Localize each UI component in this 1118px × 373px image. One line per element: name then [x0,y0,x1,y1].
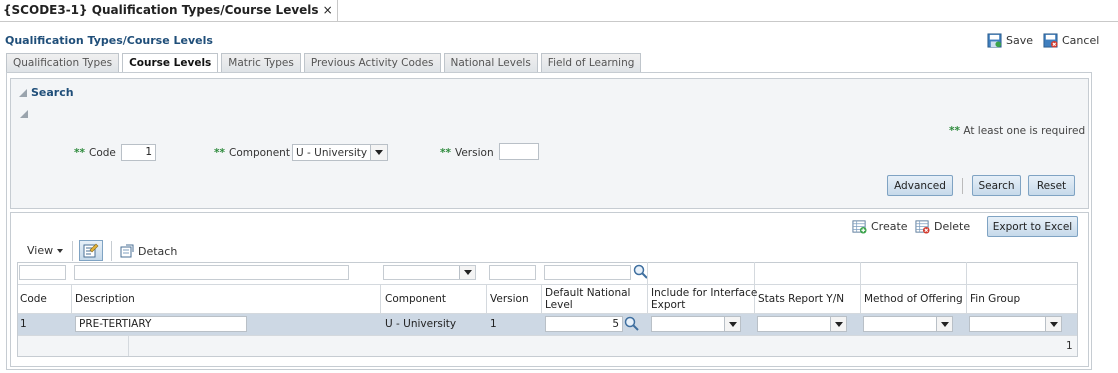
description-input[interactable]: PRE-TERTIARY [75,316,247,332]
method-of-offering-select[interactable] [863,316,953,332]
filter-version-input[interactable] [489,265,536,280]
query-by-example-icon [83,243,99,259]
filter-code-input[interactable] [19,265,66,280]
column-divider [128,336,129,356]
component-select[interactable]: U - University [292,144,388,161]
delete-button[interactable]: Delete [915,219,970,234]
column-header-component[interactable]: Component [385,293,446,305]
detach-label: Detach [138,245,177,258]
chevron-down-icon[interactable] [936,317,952,331]
search-title: Search [31,86,74,99]
close-tab-icon[interactable]: × [323,3,333,17]
column-header-line-2: Export [651,299,757,311]
tab-field-of-learning[interactable]: Field of Learning [541,53,642,72]
advanced-button[interactable]: Advanced [887,175,953,196]
create-label: Create [871,220,908,233]
required-marker: ** [440,147,451,159]
column-header-code[interactable]: Code [20,293,47,305]
tab-bar: Qualification Types Course Levels Matric… [6,53,641,73]
cell-code: 1 [20,318,27,330]
column-header-include-interface-export[interactable]: Include for Interface Export [651,287,757,311]
advanced-toggle-icon[interactable] [20,110,28,118]
column-header-line-2: Level [545,299,630,311]
save-button[interactable]: Save [987,33,1033,48]
query-by-example-button[interactable] [79,240,103,261]
toolbar-separator [111,241,112,261]
lookup-search-icon[interactable] [624,316,640,332]
search-button[interactable]: Search [972,175,1021,196]
column-header-stats-report[interactable]: Stats Report Y/N [758,293,844,305]
collapse-triangle-icon [19,89,27,97]
export-to-excel-button[interactable]: Export to Excel [987,216,1078,237]
version-label: ** Version [440,147,494,159]
view-menu-label: View [27,244,53,257]
component-label-text: Component [229,147,290,159]
required-note-text: At least one is required [963,125,1085,137]
document-tab-title: {SCODE3-1} Qualification Types/Course Le… [3,3,319,17]
chevron-down-icon[interactable] [370,145,387,160]
stats-report-select[interactable] [757,316,847,332]
cell-version: 1 [490,318,497,330]
column-header-method-of-offering[interactable]: Method of Offering [864,293,963,305]
column-header-version[interactable]: Version [490,293,529,305]
chevron-down-icon[interactable] [830,317,846,331]
required-note: ** At least one is required [949,125,1085,137]
column-header-description[interactable]: Description [75,293,135,305]
tab-matric-types[interactable]: Matric Types [221,53,301,72]
chevron-down-icon[interactable] [724,317,740,331]
cancel-label: Cancel [1062,34,1099,47]
version-input[interactable] [499,143,539,160]
page-title: Qualification Types/Course Levels [5,34,213,47]
column-header-line-1: Include for Interface [651,287,757,299]
cancel-button[interactable]: Cancel [1043,33,1099,48]
required-marker: ** [949,125,960,137]
column-header-fin-group[interactable]: Fin Group [970,293,1020,305]
fin-group-select[interactable] [969,316,1062,332]
cell-component: U - University [385,318,456,330]
filter-description-input[interactable] [74,265,349,280]
filter-component-select[interactable] [383,265,476,280]
include-interface-select[interactable] [651,316,741,332]
reset-button[interactable]: Reset [1028,175,1075,196]
code-input[interactable]: 1 [121,144,156,161]
version-label-text: Version [455,147,494,159]
search-header[interactable]: Search [19,86,74,99]
required-marker: ** [214,147,225,159]
column-header-line-1: Default National [545,287,630,299]
save-label: Save [1006,34,1033,47]
component-select-value: U - University [296,147,367,159]
filter-national-level-input[interactable] [544,265,631,280]
component-label: ** Component [214,147,290,159]
create-button[interactable]: Create [852,219,908,234]
detach-icon [120,244,134,258]
tab-qualification-types[interactable]: Qualification Types [6,53,119,72]
row-count: 1 [1066,340,1073,352]
create-icon [852,219,867,234]
code-label-text: Code [89,147,116,159]
toolbar-separator [72,241,73,261]
table-footer [18,335,1077,356]
chevron-down-icon[interactable] [459,266,475,279]
column-header-default-national-level[interactable]: Default National Level [545,287,630,311]
code-label: ** Code [74,147,116,159]
save-icon [987,33,1002,48]
cancel-icon [1043,33,1058,48]
chevron-down-icon[interactable] [1045,317,1061,331]
view-menu[interactable]: View [27,244,63,257]
delete-label: Delete [934,220,970,233]
required-marker: ** [74,147,85,159]
button-separator [962,178,963,194]
tab-course-levels[interactable]: Course Levels [122,53,218,73]
tab-previous-activity-codes[interactable]: Previous Activity Codes [304,53,441,72]
tab-national-levels[interactable]: National Levels [444,53,538,72]
caret-down-icon [57,249,63,253]
delete-icon [915,219,930,234]
document-tab[interactable]: {SCODE3-1} Qualification Types/Course Le… [0,0,338,22]
national-level-input[interactable]: 5 [545,316,623,332]
tab-strip-divider [285,21,1118,22]
detach-button[interactable]: Detach [120,244,177,258]
